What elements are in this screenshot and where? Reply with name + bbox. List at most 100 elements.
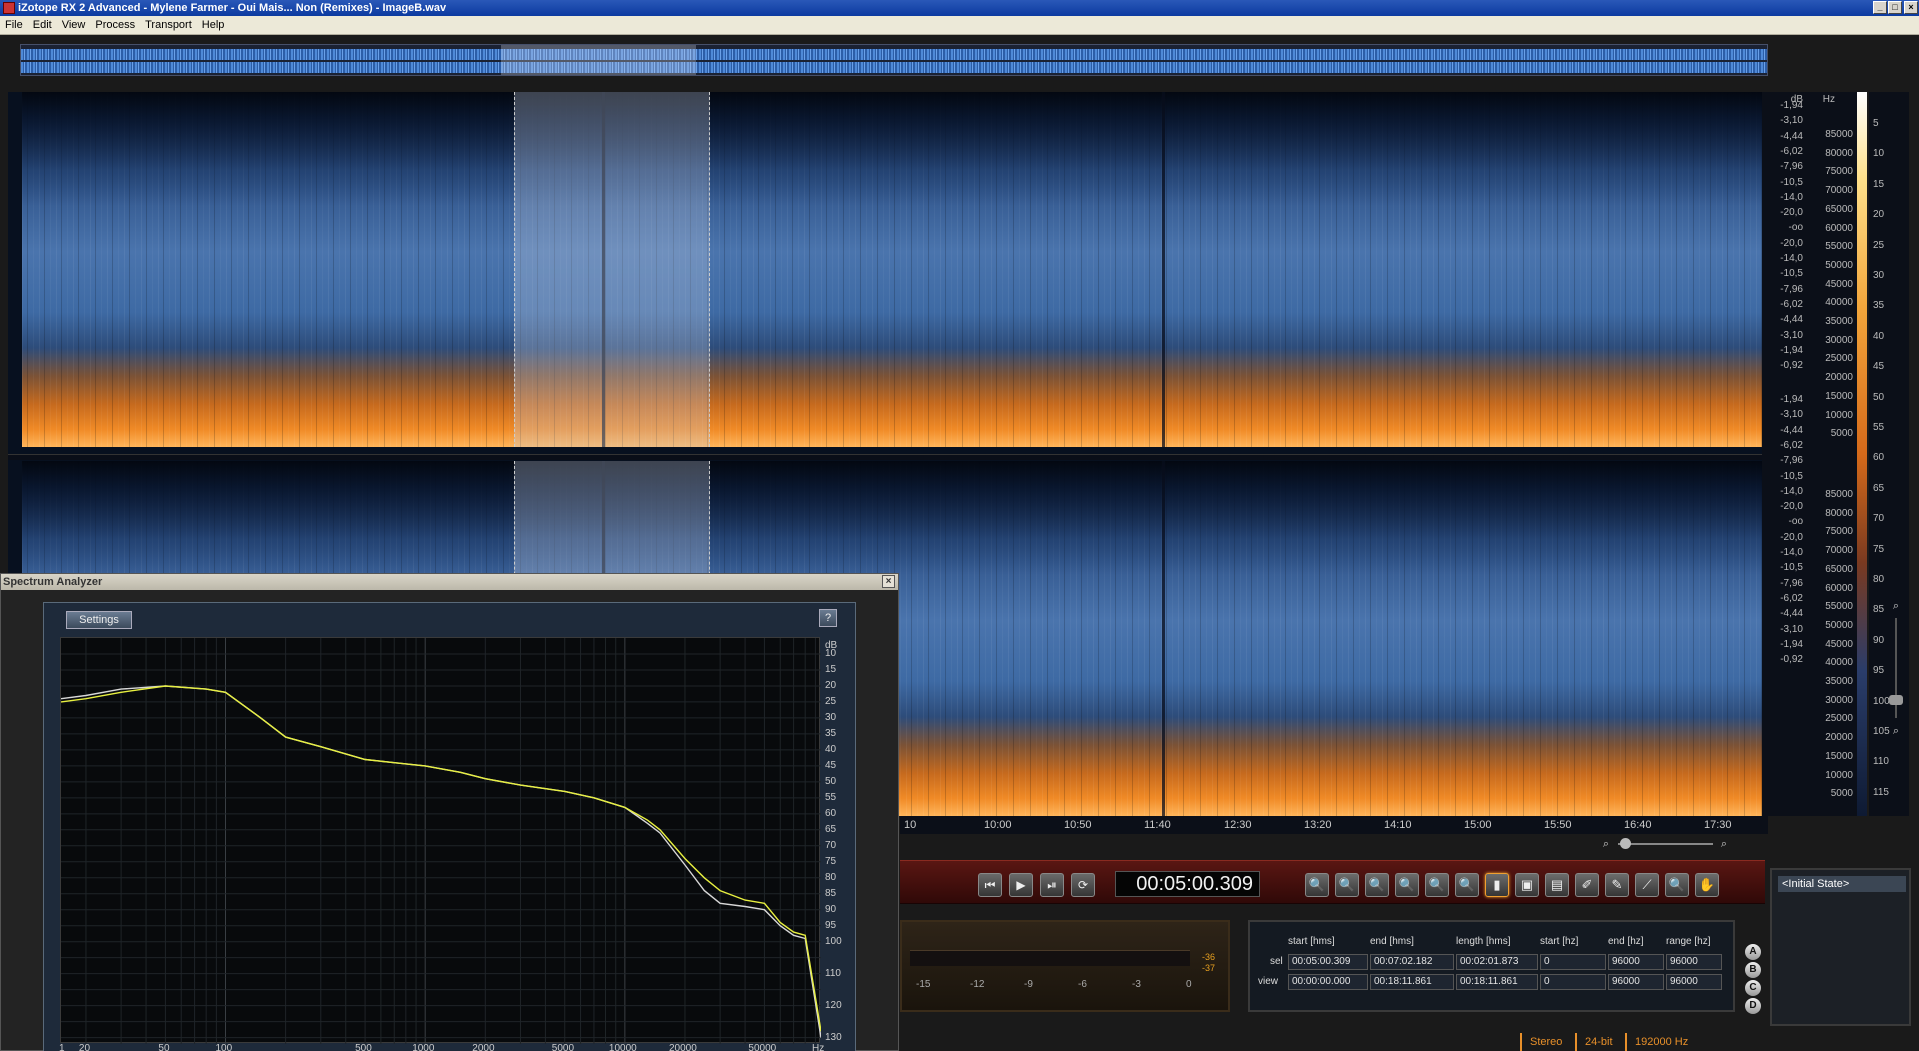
- hz-tick: 15000: [1825, 390, 1853, 402]
- time-select-tool[interactable]: ▮: [1485, 873, 1509, 897]
- minimize-button[interactable]: _: [1873, 1, 1887, 14]
- colorbar-tick: 80: [1873, 574, 1885, 585]
- zoom-freq-icon[interactable]: 🔍: [1455, 873, 1479, 897]
- analyzer-db-tick: 65: [825, 823, 837, 835]
- spectrum-line: [61, 685, 821, 1032]
- menu-help[interactable]: Help: [197, 16, 230, 35]
- db-tick: -3,10: [1780, 409, 1803, 421]
- colorbar-tick: 30: [1873, 270, 1885, 281]
- menu-process[interactable]: Process: [90, 16, 140, 35]
- spectrogram-channel-left[interactable]: [22, 92, 1768, 447]
- analyzer-hz-tick: 1000: [412, 1043, 435, 1051]
- play-selection-button[interactable]: ⏯: [1040, 873, 1064, 897]
- hand-tool[interactable]: ✋: [1695, 873, 1719, 897]
- zoom-selection-icon[interactable]: 🔍: [1365, 873, 1389, 897]
- overview-waveform[interactable]: [20, 44, 1768, 76]
- spectrogram-dropout: [1162, 461, 1165, 816]
- history-item[interactable]: <Initial State>: [1778, 876, 1906, 892]
- selection-cell[interactable]: 96000: [1608, 954, 1664, 970]
- play-button[interactable]: ▶: [1009, 873, 1033, 897]
- selection-cell[interactable]: 00:07:02.182: [1370, 954, 1454, 970]
- lasso-tool[interactable]: ✐: [1575, 873, 1599, 897]
- selection-cell[interactable]: 00:18:11.861: [1370, 974, 1454, 990]
- zoom-in-icon[interactable]: 🔍: [1305, 873, 1329, 897]
- freq-select-tool[interactable]: ▤: [1545, 873, 1569, 897]
- selection-cell[interactable]: 00:00:00.000: [1288, 974, 1368, 990]
- zoom-out-icon[interactable]: 🔍: [1335, 873, 1359, 897]
- maximize-button[interactable]: □: [1888, 1, 1902, 14]
- menu-view[interactable]: View: [57, 16, 91, 35]
- analyzer-hz-tick: 1: [59, 1043, 65, 1051]
- colorbar-tick: 10: [1873, 148, 1885, 160]
- analyzer-settings-button[interactable]: Settings: [66, 611, 132, 629]
- analyzer-title-bar[interactable]: Spectrum Analyzer ×: [1, 574, 898, 590]
- time-tick: 16:40: [1624, 819, 1652, 831]
- menu-file[interactable]: File: [0, 16, 28, 35]
- analyzer-db-tick: 120: [825, 999, 842, 1011]
- time-tick: 15:50: [1544, 819, 1572, 831]
- hz-tick: 35000: [1825, 316, 1853, 327]
- analyzer-db-tick: 45: [825, 759, 837, 771]
- db-tick: -10,5: [1780, 268, 1803, 280]
- status-bar: Stereo 24-bit 192000 Hz: [900, 1033, 1919, 1051]
- colorbar-tick: 85: [1873, 604, 1885, 616]
- horizontal-zoom-track[interactable]: [1618, 843, 1713, 845]
- selection-cell[interactable]: 96000: [1608, 974, 1664, 990]
- time-tick: 10:50: [1064, 819, 1092, 831]
- window-title: iZotope RX 2 Advanced - Mylene Farmer - …: [18, 2, 447, 14]
- zoom-out-icon[interactable]: ⌕: [1890, 725, 1902, 737]
- hz-tick: 50000: [1825, 619, 1853, 631]
- hz-tick: 10000: [1825, 769, 1853, 781]
- hz-tick: 70000: [1825, 545, 1853, 557]
- overview-selection[interactable]: [501, 45, 696, 75]
- db-tick: -4,44: [1780, 424, 1803, 436]
- channel-divider: [8, 454, 1768, 460]
- time-selection[interactable]: [514, 92, 710, 447]
- loop-button[interactable]: ⟳: [1071, 873, 1095, 897]
- selection-cell[interactable]: 00:18:11.861: [1456, 974, 1538, 990]
- db-tick: -6,02: [1780, 439, 1803, 451]
- compare-button-a[interactable]: A: [1745, 944, 1761, 960]
- hz-tick: 65000: [1825, 563, 1853, 575]
- selection-cell[interactable]: 00:05:00.309: [1288, 954, 1368, 970]
- zoom-fit-icon[interactable]: 🔍: [1395, 873, 1419, 897]
- menu-transport[interactable]: Transport: [140, 16, 197, 35]
- close-button[interactable]: ×: [1904, 1, 1918, 14]
- hz-tick: 85000: [1825, 129, 1853, 140]
- brush-tool[interactable]: ✎: [1605, 873, 1629, 897]
- spectrogram-dropout: [1162, 92, 1165, 447]
- analyzer-panel: Settings ? dB 10 15 20 25 30 35 40 45 50 55 60 65 70…: [43, 602, 856, 1051]
- hz-tick: 5000: [1830, 428, 1853, 440]
- selection-column-header: range [hz]: [1666, 936, 1711, 947]
- title-bar: iZotope RX 2 Advanced - Mylene Farmer - …: [0, 0, 1919, 16]
- selection-cell[interactable]: 96000: [1666, 954, 1722, 970]
- spectrum-analyzer-window: Spectrum Analyzer × Settings ? dB 10 15 20…: [0, 573, 899, 1051]
- hz-tick: 70000: [1825, 185, 1853, 197]
- selection-cell[interactable]: 00:02:01.873: [1456, 954, 1538, 970]
- wand-tool[interactable]: ⟋: [1635, 873, 1659, 897]
- selection-cell[interactable]: 0: [1540, 954, 1606, 970]
- menu-edit[interactable]: Edit: [28, 16, 57, 35]
- vertical-zoom-thumb[interactable]: [1889, 695, 1903, 705]
- compare-button-d[interactable]: D: [1745, 998, 1761, 1014]
- analyzer-help-button[interactable]: ?: [819, 609, 837, 627]
- zoom-time-icon[interactable]: 🔍: [1425, 873, 1449, 897]
- analyzer-db-tick: 110: [825, 967, 841, 979]
- compare-button-b[interactable]: B: [1745, 962, 1761, 978]
- magnify-tool[interactable]: 🔍: [1665, 873, 1689, 897]
- zoom-out-icon[interactable]: ⌕: [1600, 838, 1612, 850]
- analyzer-db-tick: 20: [825, 680, 837, 691]
- hz-tick: 45000: [1825, 638, 1853, 650]
- box-select-tool[interactable]: ▣: [1515, 873, 1539, 897]
- zoom-in-icon[interactable]: ⌕: [1890, 600, 1902, 612]
- db-tick: -7,96: [1780, 455, 1803, 467]
- selection-cell[interactable]: 96000: [1666, 974, 1722, 990]
- selection-cell[interactable]: 0: [1540, 974, 1606, 990]
- horizontal-zoom-thumb[interactable]: [1620, 838, 1631, 849]
- go-to-start-button[interactable]: ⏮: [978, 873, 1002, 897]
- analyzer-close-button[interactable]: ×: [882, 575, 895, 588]
- compare-button-c[interactable]: C: [1745, 980, 1761, 996]
- horizontal-zoom-controls: ⌕ ⌕: [1600, 836, 1740, 852]
- zoom-in-icon[interactable]: ⌕: [1718, 838, 1730, 850]
- hz-unit-label: Hz: [1822, 94, 1835, 105]
